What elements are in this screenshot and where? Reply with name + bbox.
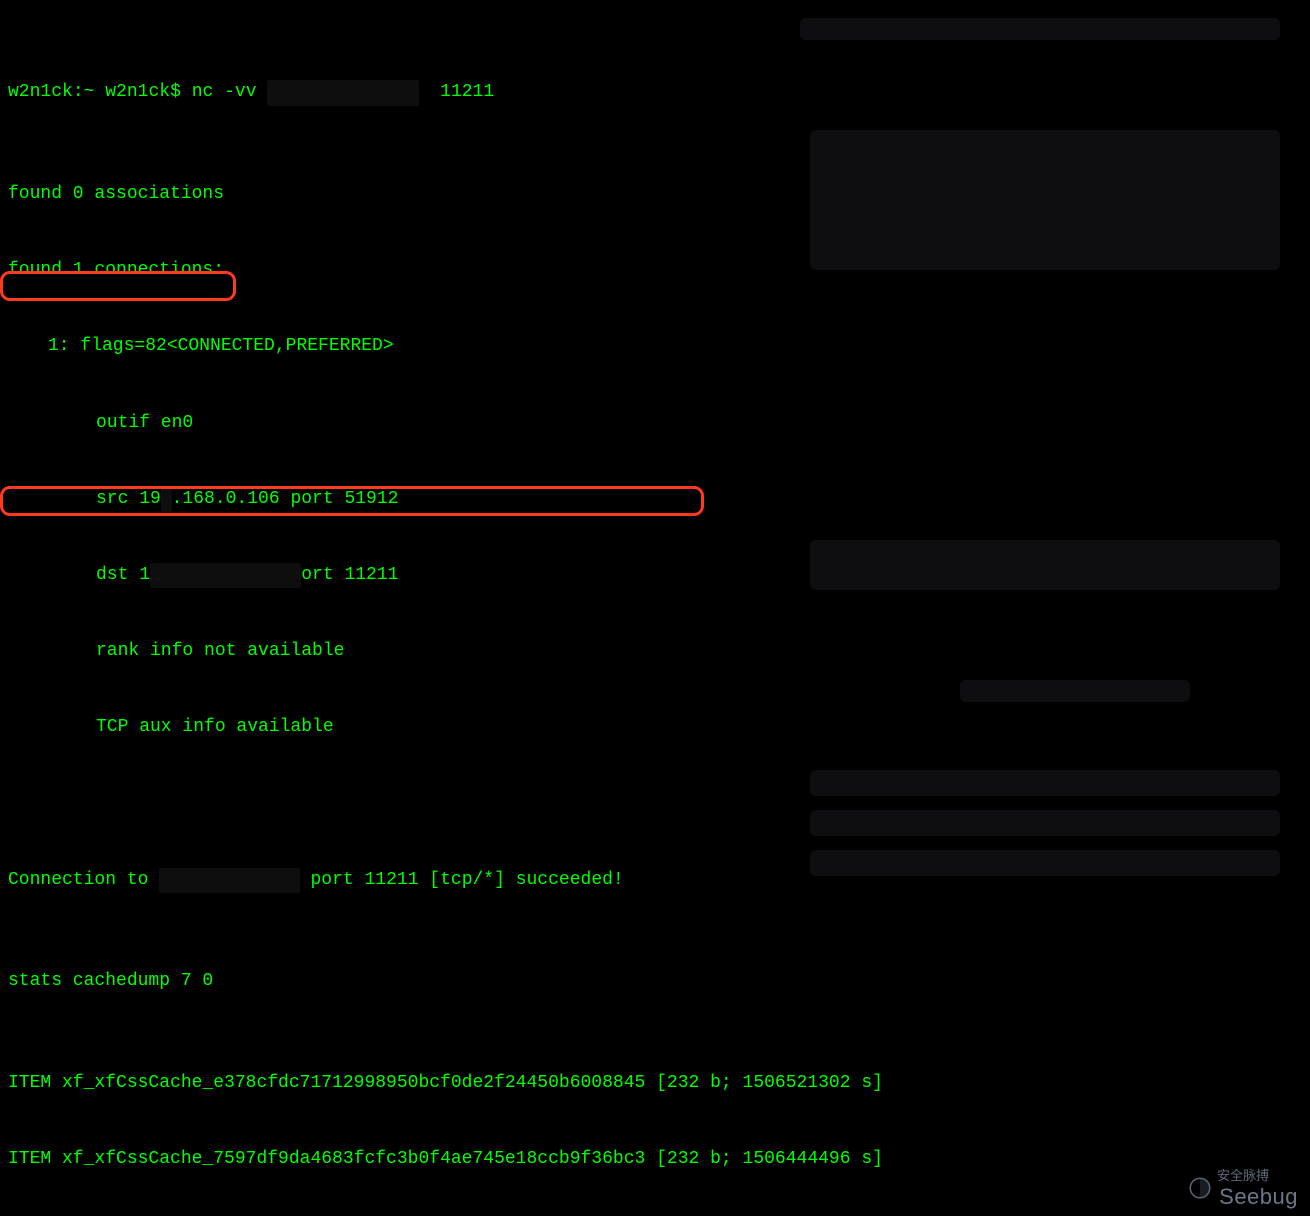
prompt-path: ~ bbox=[84, 82, 95, 102]
blank-line bbox=[8, 792, 1302, 817]
redacted-ip: XXX XX XXXX XX bbox=[267, 80, 418, 105]
prompt-symbol: $ bbox=[170, 82, 181, 102]
output-line: src 19X.168.0.106 port 51912 bbox=[96, 487, 1302, 512]
output-line: dst 1XX XXXX XX XX ort 11211 bbox=[96, 563, 1302, 588]
output-line: found 1 connections: bbox=[8, 258, 1302, 283]
redacted-ip: XX XXXX XX XX bbox=[150, 563, 301, 588]
output-line: rank info not available bbox=[96, 639, 1302, 664]
terminal-output: w2n1ck:~ w2n1ck$ nc -vv XXX XX XXXX XX 1… bbox=[0, 0, 1310, 1216]
command-nc: nc -vv bbox=[192, 82, 257, 102]
output-line: Connection to XXX XX XXX XX port 11211 [… bbox=[8, 868, 1302, 893]
output-line: 1: flags=82<CONNECTED,PREFERRED> bbox=[48, 334, 1302, 359]
command-stats-cachedump[interactable]: stats cachedump 7 0 bbox=[8, 969, 1302, 994]
redacted-ip: XXX XX XXX XX bbox=[159, 868, 299, 893]
output-line: TCP aux info available bbox=[96, 715, 1302, 740]
item-line: ITEM xf_xfCssCache_e378cfdc71712998950bc… bbox=[8, 1071, 1302, 1096]
output-line: found 0 associations bbox=[8, 182, 1302, 207]
prompt-hostname: w2n1ck bbox=[8, 82, 73, 102]
redacted-ip-part: X bbox=[161, 487, 172, 512]
prompt-user: w2n1ck bbox=[105, 82, 170, 102]
prompt-line[interactable]: w2n1ck:~ w2n1ck$ nc -vv XXX XX XXXX XX 1… bbox=[8, 80, 1302, 105]
item-line: ITEM xf_xfCssCache_7597df9da4683fcfc3b0f… bbox=[8, 1147, 1302, 1172]
command-port: 11211 bbox=[440, 82, 494, 102]
output-line: outif en0 bbox=[96, 411, 1302, 436]
